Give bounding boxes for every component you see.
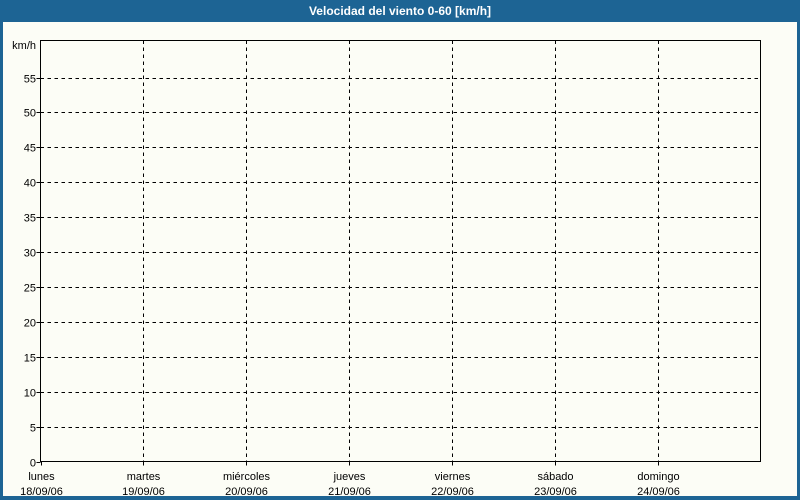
date-label: 23/09/06 [534, 486, 577, 498]
date-label: 24/09/06 [637, 486, 680, 498]
y-tick-label: 30 [24, 248, 36, 260]
y-tick-label: 40 [24, 178, 36, 190]
y-tick-label: 35 [24, 213, 36, 225]
y-tick-label: 5 [30, 423, 36, 435]
y-tick-label: 45 [24, 143, 36, 155]
chart-title: Velocidad del viento 0-60 [km/h] [309, 4, 491, 18]
wind-speed-chart-window: Velocidad del viento 0-60 [km/h] km/h 0 5 1… [0, 0, 800, 500]
day-label: domingo [637, 471, 679, 483]
date-label: 18/09/06 [20, 486, 63, 498]
wind-speed-chart: km/h 0 5 10 15 20 25 30 35 40 45 50 55 lunes 18/09/06 m… [0, 22, 800, 500]
y-tick-label: 25 [24, 283, 36, 295]
date-label: 22/09/06 [431, 486, 474, 498]
chart-title-bar: Velocidad del viento 0-60 [km/h] [0, 0, 800, 22]
y-tick-label: 10 [24, 388, 36, 400]
date-label: 19/09/06 [122, 486, 165, 498]
y-tick-label: 20 [24, 318, 36, 330]
day-label: miércoles [223, 471, 271, 483]
day-label: jueves [333, 471, 366, 483]
y-axis-unit-label: km/h [12, 40, 36, 52]
date-label: 21/09/06 [328, 486, 371, 498]
date-label: 20/09/06 [225, 486, 268, 498]
day-label: martes [127, 471, 161, 483]
y-tick-label: 15 [24, 353, 36, 365]
day-label: viernes [435, 471, 471, 483]
y-tick-label: 55 [24, 74, 36, 86]
plot-frame [41, 41, 761, 462]
day-label: lunes [28, 471, 55, 483]
window-border-left [0, 22, 3, 500]
y-tick-label: 50 [24, 108, 36, 120]
day-label: sábado [537, 471, 573, 483]
y-tick-label: 0 [30, 458, 36, 470]
window-border-bottom [0, 496, 800, 500]
